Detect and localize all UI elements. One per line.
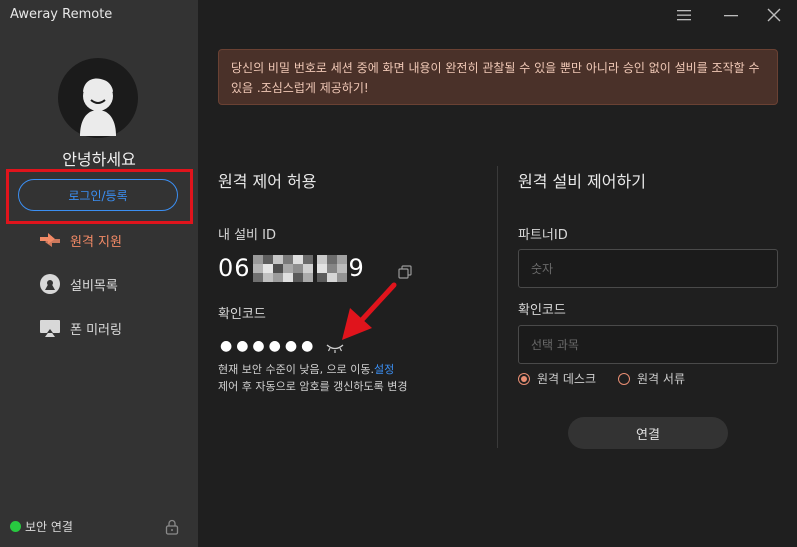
remote-code-input[interactable] xyxy=(518,325,778,364)
sidebar-item-label: 원격 지원 xyxy=(70,234,122,250)
partner-id-label: 파트너ID xyxy=(518,228,568,243)
close-button[interactable] xyxy=(764,6,784,24)
greeting-text: 안녕하세요 xyxy=(62,150,136,169)
sidebar: Aweray Remote 안녕하세요 로그인/등록 원격 지원 설비목록 폰 … xyxy=(0,0,198,547)
security-warning-banner: 당신의 비밀 번호로 세션 중에 화면 내용이 완전히 관찰될 수 있을 뿐만 … xyxy=(218,49,778,105)
settings-link[interactable]: 설정 xyxy=(374,363,394,376)
status-dot-icon xyxy=(10,521,21,532)
mode-radio-group: 원격 데스크 원격 서류 xyxy=(518,370,685,387)
hint-line-1: 현재 보안 수준이 낮음, 으로 이동.설정 xyxy=(218,361,408,378)
remote-code-label: 확인코드 xyxy=(518,303,566,318)
avatar[interactable] xyxy=(58,58,138,138)
device-id-value: 06 9 xyxy=(218,254,365,282)
code-label: 확인코드 xyxy=(218,307,266,322)
partner-id-input[interactable] xyxy=(518,249,778,288)
sidebar-item-label: 폰 미러링 xyxy=(70,322,122,338)
security-hint: 현재 보안 수준이 낮음, 으로 이동.설정 제어 후 자동으로 암호를 갱신하… xyxy=(218,361,408,395)
user-avatar-icon xyxy=(80,78,116,136)
minimize-icon xyxy=(724,15,738,17)
login-register-button[interactable]: 로그인/등록 xyxy=(18,179,178,211)
copy-icon[interactable] xyxy=(398,264,412,283)
hint-text: 현재 보안 수준이 낮음, 으로 이동. xyxy=(218,363,375,376)
allow-control-title: 원격 제어 허용 xyxy=(218,172,317,191)
status-text: 보안 연결 xyxy=(25,520,73,534)
remote-support-icon xyxy=(38,230,62,250)
app-title: Aweray Remote xyxy=(10,7,113,22)
sidebar-item-label: 설비목록 xyxy=(70,278,118,294)
column-divider xyxy=(497,166,498,448)
connection-status: 보안 연결 xyxy=(10,518,73,535)
device-list-icon xyxy=(38,274,62,294)
menu-button[interactable] xyxy=(674,6,694,24)
lock-icon[interactable] xyxy=(165,519,179,539)
hint-line-2: 제어 후 자동으로 암호를 갱신하도록 변경 xyxy=(218,380,408,393)
device-id-suffix: 9 xyxy=(348,254,365,282)
device-id-prefix: 06 xyxy=(218,254,251,282)
redacted-mosaic xyxy=(252,254,313,282)
device-id-label: 내 설비 ID xyxy=(218,228,276,243)
minimize-button[interactable] xyxy=(721,6,741,24)
sidebar-item-device-list[interactable]: 설비목록 xyxy=(38,273,118,295)
menu-icon xyxy=(677,10,691,21)
radio-remote-desktop[interactable] xyxy=(518,372,530,385)
radio-remote-desktop-label[interactable]: 원격 데스크 xyxy=(537,370,596,387)
radio-remote-files-label[interactable]: 원격 서류 xyxy=(637,370,685,387)
main-panel: 당신의 비밀 번호로 세션 중에 화면 내용이 완전히 관찰될 수 있을 뿐만 … xyxy=(198,0,797,547)
sidebar-item-phone-mirroring[interactable]: 폰 미러링 xyxy=(38,317,122,339)
sidebar-item-remote-support[interactable]: 원격 지원 xyxy=(38,229,122,251)
redacted-mosaic xyxy=(316,254,347,282)
connect-button[interactable]: 연결 xyxy=(568,417,728,449)
close-icon xyxy=(767,8,781,22)
annotation-arrow xyxy=(338,282,398,352)
radio-remote-files[interactable] xyxy=(618,372,631,385)
control-device-title: 원격 설비 제어하기 xyxy=(518,172,646,191)
code-masked-value: ●●●●●● xyxy=(220,338,318,354)
phone-mirroring-icon xyxy=(38,318,62,338)
